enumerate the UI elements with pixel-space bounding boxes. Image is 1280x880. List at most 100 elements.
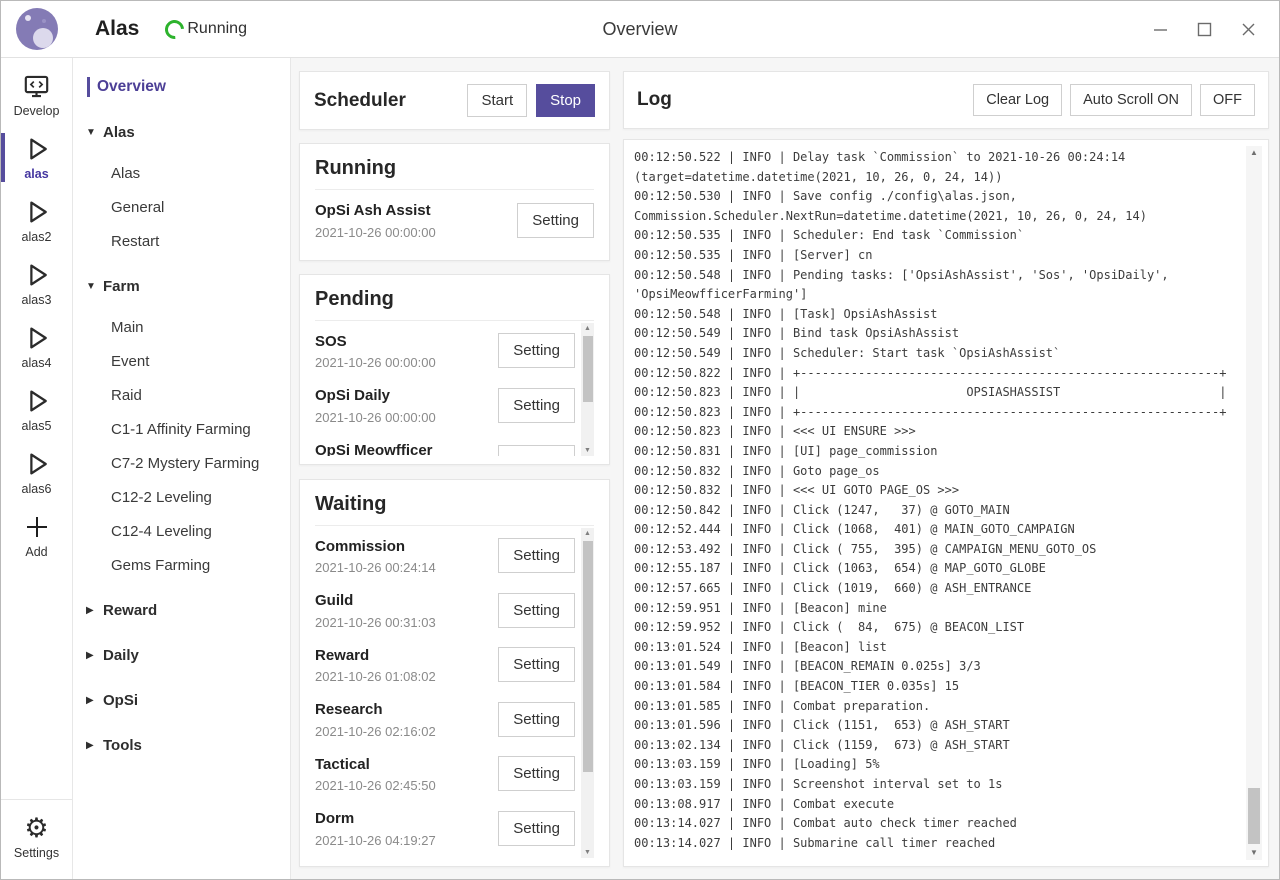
rail-item-alas5[interactable]: alas5 [1, 379, 72, 442]
menu-item-label: C12-2 Leveling [111, 489, 212, 506]
menu-item-tools[interactable]: Tools [73, 728, 290, 762]
scrollbar-thumb[interactable] [583, 541, 593, 772]
nav-menu: Overview Alas Alas General [73, 58, 291, 879]
menu-item-alas[interactable]: Alas [73, 115, 290, 149]
menu-item-label: Restart [111, 233, 159, 250]
clear-log-button[interactable]: Clear Log [973, 84, 1062, 116]
group-arrow-icon [86, 650, 103, 661]
menu-item-c1-1-affinity-farming[interactable]: C1-1 Affinity Farming [73, 412, 290, 446]
scheduler-card: Scheduler Start Stop [299, 71, 610, 130]
menu-item-label: Alas [111, 165, 140, 182]
task-row: Guild 2021-10-26 00:31:03 Setting [315, 582, 575, 637]
menu-item-event[interactable]: Event [73, 344, 290, 378]
task-row: OpSi Daily 2021-10-26 00:00:00 Setting [315, 377, 575, 432]
main-area: Develop alas alas2 alas3 [1, 58, 1279, 879]
setting-button[interactable]: Setting [498, 538, 575, 573]
alas-logo-icon [16, 8, 58, 50]
menu-item-reward[interactable]: Reward [73, 593, 290, 627]
rail-item-settings[interactable]: ⚙ Settings [1, 806, 72, 869]
menu-item-label: Daily [103, 647, 139, 664]
menu-item-daily[interactable]: Daily [73, 638, 290, 672]
log-header-card: Log Clear Log Auto Scroll ON OFF [623, 71, 1269, 129]
waiting-scrollbar[interactable]: ▲ ▼ [581, 528, 594, 859]
scrollbar-thumb[interactable] [583, 336, 593, 403]
app-window: Alas Running Overview [0, 0, 1280, 880]
play-icon [22, 386, 52, 416]
task-row: Reward 2021-10-26 01:08:02 Setting [315, 637, 575, 692]
scrollbar-thumb[interactable] [1248, 788, 1260, 844]
menu-item-alas[interactable]: Alas [73, 156, 290, 190]
menu-item-opsi[interactable]: OpSi [73, 683, 290, 717]
play-icon [22, 260, 52, 290]
rail-item-alas[interactable]: alas [1, 127, 72, 190]
stop-button[interactable]: Stop [536, 84, 595, 117]
menu-item-c7-2-mystery-farming[interactable]: C7-2 Mystery Farming [73, 446, 290, 480]
divider [315, 189, 594, 190]
setting-button[interactable]: Setting [498, 333, 575, 368]
rail-item-alas2[interactable]: alas2 [1, 190, 72, 253]
scroll-down-icon[interactable]: ▼ [584, 847, 591, 858]
setting-button[interactable]: Setting [498, 445, 575, 456]
auto-scroll-on-button[interactable]: Auto Scroll ON [1070, 84, 1192, 116]
menu-item-label: Gems Farming [111, 557, 210, 574]
menu-item-general[interactable]: General [73, 190, 290, 224]
rail-spacer [1, 568, 72, 799]
scroll-down-icon[interactable]: ▼ [1250, 846, 1258, 860]
setting-button[interactable]: Setting [517, 203, 594, 238]
task-time: 2021-10-26 01:08:02 [315, 669, 490, 684]
scroll-up-icon[interactable]: ▲ [1250, 146, 1258, 160]
task-time: 2021-10-26 00:00:00 [315, 410, 490, 425]
setting-button[interactable]: Setting [498, 388, 575, 423]
setting-button[interactable]: Setting [498, 647, 575, 682]
minimize-icon[interactable] [1145, 14, 1175, 44]
scheduler-title: Scheduler [314, 90, 467, 112]
menu-item-overview[interactable]: Overview [73, 70, 290, 104]
menu-item-label: C12-4 Leveling [111, 523, 212, 540]
status-label: Running [187, 20, 247, 38]
rail-item-label: alas2 [22, 230, 52, 244]
rail-item-label: Develop [14, 104, 60, 118]
setting-button[interactable]: Setting [498, 811, 575, 846]
menu-item-main[interactable]: Main [73, 310, 290, 344]
scroll-down-icon[interactable]: ▼ [584, 445, 591, 456]
task-name: Tactical [315, 755, 490, 775]
menu-item-label: Alas [103, 124, 135, 141]
scroll-up-icon[interactable]: ▲ [584, 528, 591, 539]
task-row: SOS 2021-10-26 00:00:00 Setting [315, 323, 575, 378]
log-output: 00:12:50.522 | INFO | Delay task `Commis… [634, 146, 1242, 860]
divider [315, 320, 594, 321]
menu-item-label: General [111, 199, 164, 216]
task-name: Commission [315, 537, 490, 557]
menu-item-gems-farming[interactable]: Gems Farming [73, 548, 290, 582]
rail-item-label: alas [24, 167, 48, 181]
rail-item-develop[interactable]: Develop [1, 64, 72, 127]
menu-item-label: Farm [103, 278, 140, 295]
menu-item-farm[interactable]: Farm [73, 269, 290, 303]
task-name: OpSi Daily [315, 386, 490, 406]
close-icon[interactable] [1233, 14, 1263, 44]
rail-item-alas3[interactable]: alas3 [1, 253, 72, 316]
pending-card: Pending SOS 2021-10-26 00:00:00 Setting [299, 274, 610, 465]
menu-item-label: Reward [103, 602, 157, 619]
menu-item-c12-2-leveling[interactable]: C12-2 Leveling [73, 480, 290, 514]
rail-item-alas6[interactable]: alas6 [1, 442, 72, 505]
setting-button[interactable]: Setting [498, 702, 575, 737]
pending-scrollbar[interactable]: ▲ ▼ [581, 323, 594, 456]
menu-item-restart[interactable]: Restart [73, 224, 290, 258]
rail-item-label: Add [25, 545, 47, 559]
menu-item-c12-4-leveling[interactable]: C12-4 Leveling [73, 514, 290, 548]
scroll-up-icon[interactable]: ▲ [584, 323, 591, 334]
rail-item-add[interactable]: Add [1, 505, 72, 568]
task-row: OpSi Meowfficer Farming Setting [315, 432, 575, 456]
instance-rail: Develop alas alas2 alas3 [1, 58, 73, 879]
auto-scroll-off-button[interactable]: OFF [1200, 84, 1255, 116]
setting-button[interactable]: Setting [498, 593, 575, 628]
task-row: Research 2021-10-26 02:16:02 Setting [315, 691, 575, 746]
rail-item-alas4[interactable]: alas4 [1, 316, 72, 379]
menu-item-raid[interactable]: Raid [73, 378, 290, 412]
start-button[interactable]: Start [467, 84, 527, 117]
running-spinner-icon [161, 16, 188, 43]
setting-button[interactable]: Setting [498, 756, 575, 791]
maximize-icon[interactable] [1189, 14, 1219, 44]
log-scrollbar[interactable]: ▲ ▼ [1246, 146, 1262, 860]
